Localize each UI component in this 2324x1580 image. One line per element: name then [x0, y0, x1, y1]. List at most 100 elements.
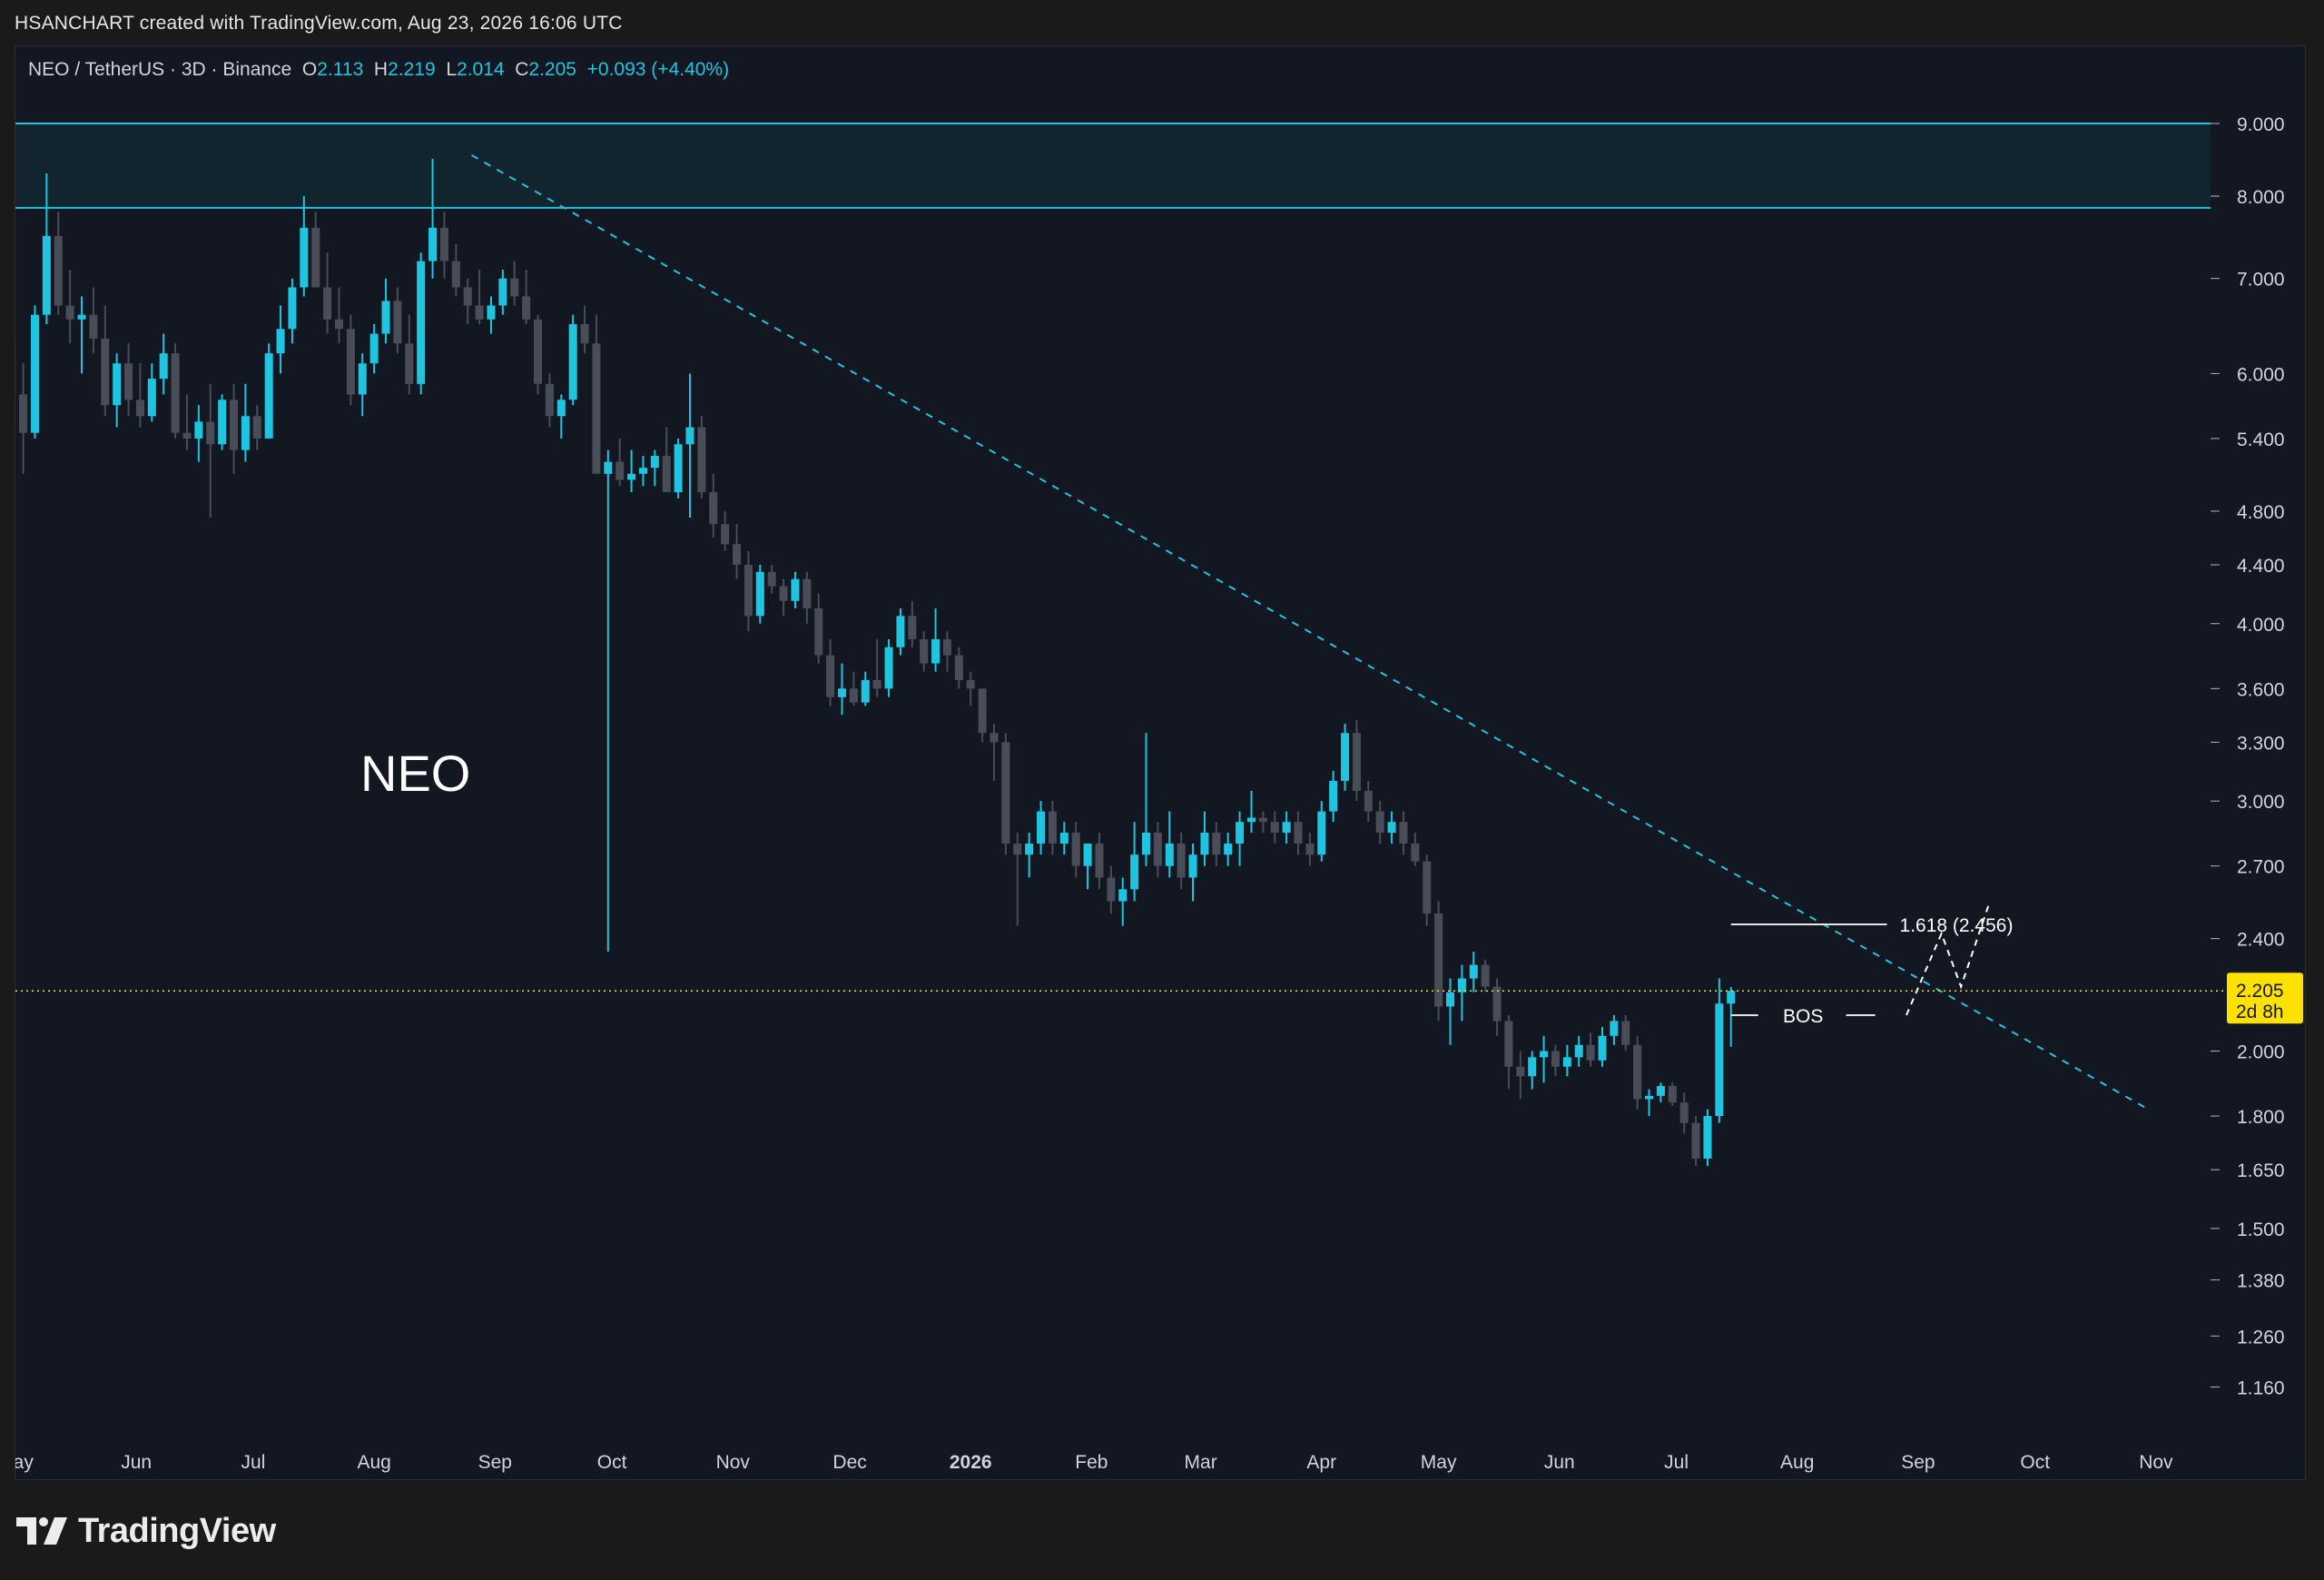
x-axis-tick-label: Mar [1185, 1452, 1217, 1473]
candle-body [803, 578, 812, 608]
candle-body [206, 421, 215, 445]
candle-body [1399, 822, 1408, 844]
candle-body [252, 416, 261, 439]
fib-extension-label: 1.618 (2.456) [1900, 915, 2014, 936]
candle-body [966, 679, 975, 689]
tradingview-wordmark: TradingView [78, 1511, 276, 1550]
candle-body [814, 607, 823, 656]
y-axis-tick-label: 1.800 [2237, 1107, 2285, 1128]
candle-body [1375, 811, 1384, 833]
candle-body [1610, 1021, 1619, 1036]
tradingview-logo-icon [16, 1517, 67, 1545]
candle-body [733, 544, 742, 566]
candle-body [451, 261, 460, 288]
open-value: 2.113 [317, 59, 364, 80]
candle-body [1130, 854, 1139, 890]
y-axis-tick-label: 2.400 [2237, 930, 2285, 951]
candle-body [182, 432, 192, 439]
candle-body [323, 287, 332, 320]
y-axis-tick-label: 1.500 [2237, 1220, 2285, 1240]
y-axis-tick-label: 1.650 [2237, 1160, 2285, 1181]
y-axis-tick-label: 4.800 [2237, 502, 2285, 523]
y-axis-tick-label: 4.400 [2237, 556, 2285, 577]
price-chart[interactable]: NEO 1.618 (2.456) BOS 9.000 8.000 7.000 6.000 5… [15, 46, 2305, 1479]
candle-body [77, 314, 86, 320]
candle-body [1411, 843, 1420, 862]
candle-body [592, 343, 601, 474]
y-axis-tick-label: 3.000 [2237, 792, 2285, 813]
candle-body [1013, 843, 1022, 855]
candle-body [159, 353, 168, 380]
candle-body [1562, 1057, 1571, 1067]
y-axis-tick-label: 1.160 [2237, 1378, 2285, 1398]
candle-body [534, 319, 543, 384]
candle-body [1492, 986, 1502, 1022]
symbol-name[interactable]: NEO / TetherUS · 3D · Binance [28, 59, 291, 80]
candle-body [1165, 843, 1174, 866]
candle-body [1025, 843, 1034, 855]
candle-body [1727, 991, 1736, 1004]
x-axis-tick-label: Jul [1664, 1452, 1689, 1473]
candle-body [615, 461, 625, 480]
candle-body [417, 261, 426, 384]
candle-body [1364, 790, 1373, 812]
candle-body [1574, 1044, 1583, 1058]
x-axis-tick-label: Feb [1075, 1452, 1108, 1473]
candle-body [1317, 811, 1326, 855]
candle-body [65, 305, 74, 320]
x-axis-tick-label: Aug [1780, 1452, 1814, 1473]
candle-body [439, 227, 448, 262]
candle-body [475, 305, 484, 320]
resistance-zone [15, 123, 2211, 208]
candle-body [1083, 843, 1092, 866]
candle-body [1423, 861, 1432, 913]
candle-body [1715, 1003, 1724, 1117]
x-axis-tick-label: May [15, 1452, 34, 1473]
open-label: O [301, 59, 318, 80]
candle-body [218, 400, 227, 445]
candle-body [1540, 1051, 1549, 1058]
candle-body [1528, 1057, 1537, 1077]
close-label: C [515, 59, 529, 80]
candle-body [1341, 733, 1350, 781]
tradingview-brand[interactable]: TradingView [16, 1511, 276, 1551]
x-axis-tick-label: Oct [2020, 1452, 2050, 1473]
candle-body [1141, 832, 1151, 855]
low-value: 2.014 [457, 59, 505, 80]
candle-body [1048, 811, 1057, 844]
candle-body [638, 468, 647, 474]
candle-body [1434, 913, 1443, 1007]
candle-body [896, 616, 905, 647]
candle-body [1037, 811, 1046, 844]
candle-body [135, 400, 144, 417]
candle-body [241, 416, 250, 450]
candle-body [884, 647, 893, 689]
high-label: H [373, 59, 389, 80]
candle-body [463, 287, 472, 306]
candle-body [1656, 1085, 1665, 1096]
candle-body [1668, 1085, 1677, 1103]
candle-body [101, 338, 110, 406]
candle-body [230, 400, 239, 450]
candle-body [931, 638, 940, 664]
candle-body [334, 319, 343, 330]
candle-body [311, 227, 320, 288]
x-axis-tick-label: Jul [241, 1452, 266, 1473]
candle-body [300, 227, 309, 288]
candle-body [650, 456, 659, 469]
candle-body [1551, 1051, 1560, 1067]
candle-body [288, 287, 297, 330]
candle-body [1258, 817, 1267, 823]
candle-countdown-label: 2d 8h [2236, 1002, 2284, 1022]
x-axis-tick-label: Sep [1901, 1452, 1935, 1473]
chart-panel[interactable]: NEO 1.618 (2.456) BOS 9.000 8.000 7.000 6.000 5… [15, 45, 2306, 1480]
candle-body [113, 363, 122, 406]
close-value: 2.205 [528, 59, 576, 80]
candle-body [54, 235, 63, 306]
candle-body [978, 688, 987, 734]
candle-body [1107, 877, 1116, 902]
y-axis-tick-label: 5.400 [2237, 430, 2285, 450]
candle-body [1095, 843, 1104, 878]
x-axis-tick-label: May [1421, 1452, 1457, 1473]
candle-body [1633, 1044, 1642, 1100]
